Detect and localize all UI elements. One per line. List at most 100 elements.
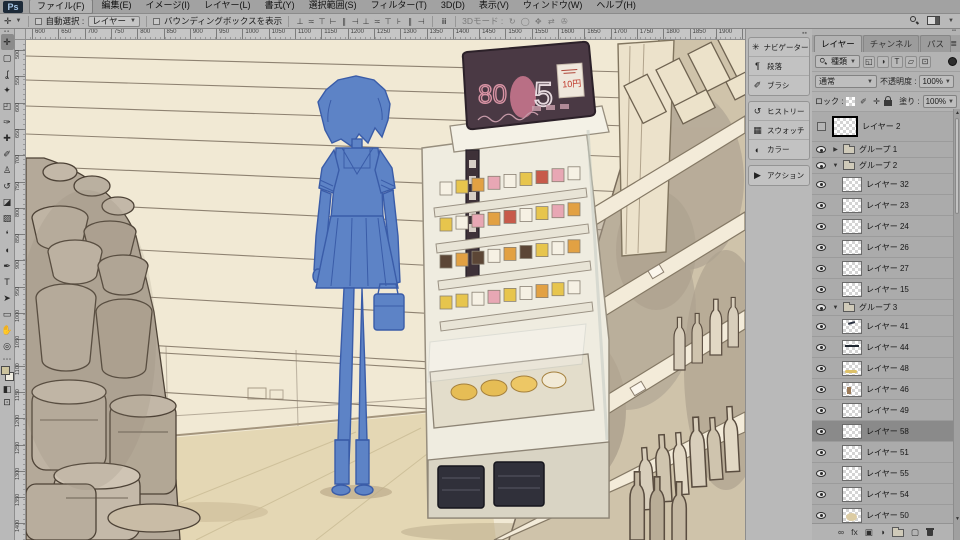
adjustment-layer-icon[interactable]: ◑ [880, 527, 885, 537]
layer-visibility-toggle[interactable] [814, 222, 828, 230]
vertical-ruler[interactable]: 500 550 600 650 700 750 800 850 900 950 1000 1050 11… [15, 40, 26, 540]
layer-thumbnail[interactable] [842, 260, 862, 276]
dodge-tool-icon[interactable]: ◖ [1, 242, 14, 258]
layer-thumbnail[interactable] [842, 486, 862, 502]
group-row[interactable]: ▼ グループ 2 [812, 158, 960, 174]
layer-row[interactable]: レイヤー 26 [812, 237, 960, 258]
layer-row[interactable]: レイヤー 41 [812, 316, 960, 337]
layer-visibility-toggle[interactable] [814, 469, 828, 477]
lasso-tool-icon[interactable]: ʆ [1, 66, 14, 82]
dock-item-paragraph[interactable]: ¶ 段落 [749, 57, 809, 76]
group-expand-icon[interactable]: ▼ [832, 305, 839, 311]
opacity-value[interactable]: 100% ▼ [919, 75, 954, 88]
lock-all-icon[interactable] [884, 96, 893, 106]
screen-mode-icon[interactable]: ⊡ [1, 396, 14, 409]
layer-thumbnail[interactable] [842, 360, 862, 376]
align-icon-10[interactable]: ∥ [405, 17, 415, 26]
group-row[interactable]: ▶ グループ 1 [812, 142, 960, 158]
filter-icon-3[interactable]: ▱ [904, 55, 917, 68]
layer-visibility-toggle[interactable] [814, 304, 828, 311]
type-tool-icon[interactable]: T [1, 274, 14, 290]
layer-visibility-toggle[interactable] [814, 427, 828, 435]
layer-thumbnail[interactable] [842, 318, 862, 334]
group-row[interactable]: ▼ グループ 3 [812, 300, 960, 316]
align-icon-4[interactable]: ∥ [339, 17, 349, 26]
layer-row[interactable]: レイヤー 32 [812, 174, 960, 195]
zoom-tool-icon[interactable]: ◎ [1, 338, 14, 354]
layer-visibility-toggle[interactable] [814, 406, 828, 414]
layer-thumbnail[interactable] [842, 176, 862, 192]
menu-3[interactable]: レイヤー(L) [197, 0, 258, 14]
quick-mask-icon[interactable]: ◧ [1, 383, 14, 396]
align-icon-8[interactable]: ⊤ [383, 17, 393, 26]
layer-thumbnail[interactable] [842, 444, 862, 460]
distribute-spacing-icon[interactable]: ii [439, 17, 449, 26]
menu-7[interactable]: 3D(D) [434, 0, 472, 14]
fill-value[interactable]: 100% ▼ [922, 95, 957, 108]
menu-1[interactable]: 編集(E) [95, 0, 139, 14]
layer-visibility-toggle[interactable] [814, 511, 828, 519]
menu-0[interactable]: ファイル(F) [29, 0, 93, 14]
crop-tool-icon[interactable]: ◰ [1, 98, 14, 114]
align-icon-7[interactable]: ≍ [372, 17, 382, 26]
menu-10[interactable]: ヘルプ(H) [589, 0, 643, 14]
filter-toggle-icon[interactable] [948, 57, 957, 66]
layer-thumbnail[interactable] [842, 339, 862, 355]
filter-icon-4[interactable]: ⊡ [918, 55, 931, 68]
eyedropper-tool-icon[interactable]: ✑ [1, 114, 14, 130]
3d-mode-icon-4[interactable]: ✇ [559, 17, 569, 26]
layer-row[interactable]: レイヤー 24 [812, 216, 960, 237]
filter-kind-dropdown[interactable]: 種類 ▼ [815, 55, 860, 68]
layer-visibility-toggle[interactable] [814, 490, 828, 498]
scroll-down-icon[interactable]: ▼ [954, 515, 960, 523]
menu-9[interactable]: ウィンドウ(W) [516, 0, 590, 14]
layer-thumbnail[interactable] [842, 381, 862, 397]
lock-pixels-icon[interactable]: ✐ [858, 97, 868, 106]
add-mask-icon[interactable]: ▣ [865, 527, 873, 538]
layer-thumbnail[interactable] [842, 465, 862, 481]
new-group-icon[interactable] [891, 526, 904, 537]
quick-select-tool-icon[interactable]: ✦ [1, 82, 14, 98]
workspace-chevron-icon[interactable]: ▼ [948, 18, 954, 24]
menu-4[interactable]: 書式(Y) [258, 0, 302, 14]
layer-row[interactable]: レイヤー 54 [812, 484, 960, 505]
layers-scrollbar[interactable]: ▲ ▼ [953, 109, 960, 540]
dock-item-swatches[interactable]: ▦ スウォッチ [749, 121, 809, 140]
3d-mode-icon-0[interactable]: ↻ [507, 17, 517, 26]
marquee-tool-icon[interactable]: ▢ [1, 50, 14, 66]
bounding-box-checkbox[interactable] [152, 17, 160, 25]
layer-visibility-toggle[interactable] [814, 201, 828, 209]
layer-row[interactable]: レイヤー 48 [812, 358, 960, 379]
canvas[interactable]: 80 5 10円 [26, 40, 745, 540]
3d-mode-icon-1[interactable]: ◯ [520, 17, 530, 26]
layer-visibility-toggle[interactable] [814, 180, 828, 188]
panel-menu-icon[interactable]: ≣ [950, 39, 957, 48]
layer-row[interactable]: レイヤー 58 [812, 421, 960, 442]
clone-stamp-tool-icon[interactable]: ♙ [1, 162, 14, 178]
dock-item-color[interactable]: ◐ カラー [749, 140, 809, 159]
scroll-up-icon[interactable]: ▲ [954, 109, 960, 117]
auto-select-dropdown[interactable]: レイヤー ▼ [88, 15, 140, 27]
layer-row[interactable]: レイヤー 55 [812, 463, 960, 484]
3d-mode-icon-2[interactable]: ✥ [533, 17, 543, 26]
tool-preset-chevron-icon[interactable]: ▼ [16, 18, 22, 24]
layer-visibility-toggle[interactable] [814, 364, 828, 372]
menu-2[interactable]: イメージ(I) [139, 0, 197, 14]
layer-row[interactable]: レイヤー 46 [812, 379, 960, 400]
layer-visibility-toggle[interactable] [814, 162, 828, 169]
layer-thumbnail[interactable] [842, 281, 862, 297]
link-layers-icon[interactable]: ∞ [838, 527, 844, 537]
layer-visibility-toggle[interactable] [814, 264, 828, 272]
healing-tool-icon[interactable]: ✚ [1, 130, 14, 146]
new-layer-icon[interactable]: ▢ [911, 527, 919, 538]
horizontal-ruler[interactable]: 600 650 700 750 800 850 900 950 1000 1050 1100 1150… [26, 29, 745, 40]
lock-position-icon[interactable]: ✛ [871, 97, 881, 106]
layer-row[interactable]: レイヤー 49 [812, 400, 960, 421]
layer-thumbnail[interactable] [842, 402, 862, 418]
layer-row[interactable]: レイヤー 51 [812, 442, 960, 463]
align-icon-11[interactable]: ⊣ [416, 17, 426, 26]
group-expand-icon[interactable]: ▼ [832, 163, 839, 169]
layer-row[interactable]: レイヤー 2 [812, 112, 960, 142]
layer-visibility-toggle[interactable] [814, 343, 828, 351]
layer-visibility-toggle[interactable] [814, 385, 828, 393]
